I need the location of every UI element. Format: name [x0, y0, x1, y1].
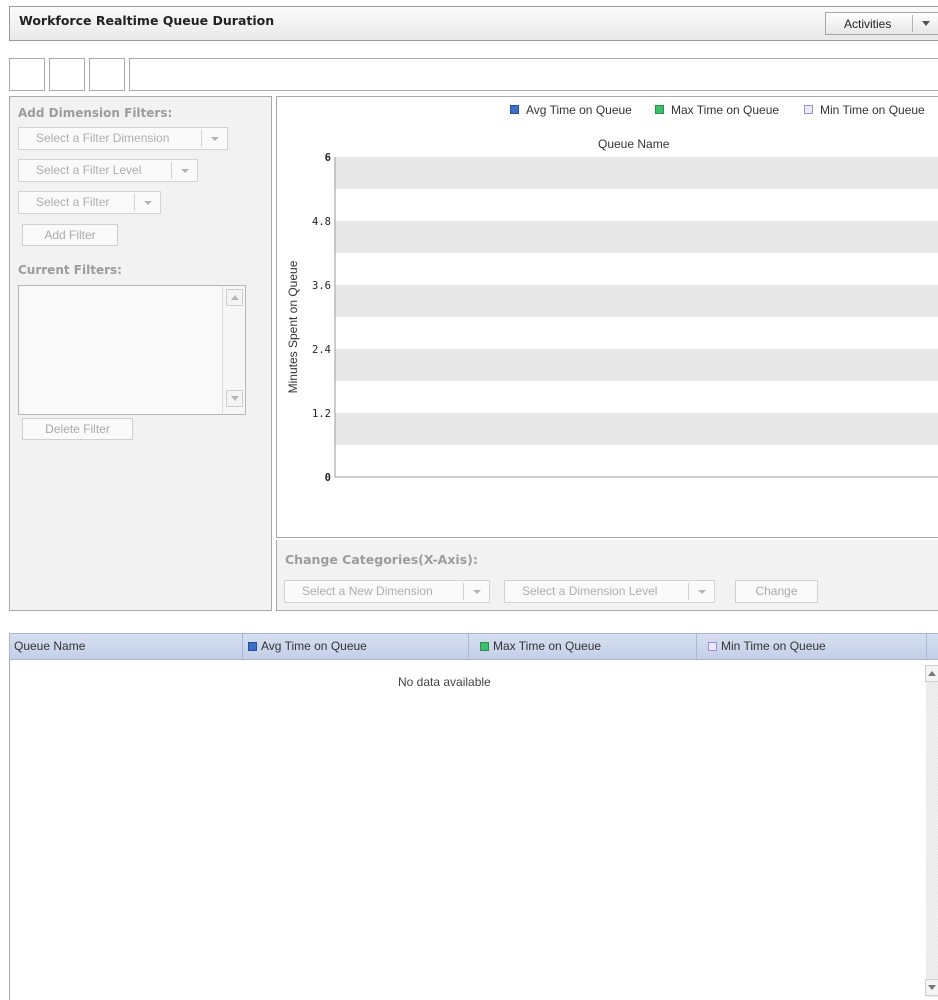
legend-max-swatch — [655, 105, 664, 114]
chevron-up-icon — [928, 671, 936, 676]
y-tick-label: 6 — [325, 152, 331, 164]
filter-value-dropdown[interactable]: Select a Filter — [18, 191, 161, 214]
toolbar-button-1[interactable] — [9, 58, 45, 91]
toolbar-button-2[interactable] — [49, 58, 85, 91]
dimension-level-dropdown[interactable]: Select a Dimension Level — [504, 580, 715, 603]
y-tick-label: 0 — [325, 472, 331, 484]
change-categories-heading: Change Categories(X-Axis): — [285, 552, 478, 567]
grid-scroll-up-button[interactable] — [925, 665, 938, 682]
column-header-avg-time[interactable]: Avg Time on Queue — [242, 634, 469, 659]
grid-header: Queue Name Avg Time on Queue Max Time on… — [9, 633, 938, 660]
chevron-down-icon — [231, 396, 239, 401]
add-filter-button[interactable]: Add Filter — [22, 224, 118, 246]
y-tick-label: 3.6 — [312, 280, 331, 292]
dropdown-label: Select a Filter Dimension — [36, 131, 170, 145]
dropdown-label: Select a Dimension Level — [522, 584, 658, 598]
current-filters-heading: Current Filters: — [18, 263, 122, 277]
list-area[interactable] — [20, 287, 223, 413]
filter-dimension-dropdown[interactable]: Select a Filter Dimension — [18, 127, 228, 150]
chevron-down-icon[interactable] — [922, 21, 930, 26]
chevron-down-icon — [211, 137, 219, 141]
column-label: Avg Time on Queue — [261, 639, 367, 653]
column-label: Min Time on Queue — [721, 639, 826, 653]
column-header-max-time[interactable]: Max Time on Queue — [468, 634, 697, 659]
grid-band — [335, 285, 938, 317]
change-button[interactable]: Change — [735, 580, 818, 603]
dropdown-label: Select a New Dimension — [302, 584, 433, 598]
dropdown-label: Select a Filter Level — [36, 163, 142, 177]
divider — [688, 583, 689, 600]
page-title: Workforce Realtime Queue Duration — [19, 13, 275, 28]
grid-scroll-down-button[interactable] — [925, 979, 938, 996]
scroll-up-button[interactable] — [226, 289, 243, 306]
add-filters-heading: Add Dimension Filters: — [18, 106, 173, 120]
legend-avg-swatch — [510, 105, 519, 114]
filter-level-dropdown[interactable]: Select a Filter Level — [18, 159, 198, 182]
column-header-queue-name[interactable]: Queue Name — [10, 634, 243, 659]
chevron-down-icon — [181, 169, 189, 173]
divider — [463, 583, 464, 600]
delete-filter-button[interactable]: Delete Filter — [22, 418, 133, 440]
divider — [912, 15, 913, 32]
chevron-up-icon — [231, 295, 239, 300]
grid-body — [9, 660, 938, 1000]
column-label: Queue Name — [14, 639, 86, 653]
grid-band — [335, 413, 938, 445]
legend-min-swatch — [804, 105, 813, 114]
divider — [171, 162, 172, 179]
y-tick-label: 4.8 — [312, 216, 331, 228]
chart-plot: 0 1.2 2.4 3.6 4.8 6 Minutes Spent on Queue — [286, 152, 938, 484]
current-filters-list[interactable] — [18, 285, 246, 415]
new-dimension-dropdown[interactable]: Select a New Dimension — [284, 580, 490, 603]
divider — [201, 130, 202, 147]
chevron-down-icon — [698, 590, 706, 594]
dropdown-label: Select a Filter — [36, 195, 110, 209]
grid-band — [335, 157, 938, 189]
grid-band — [335, 221, 938, 253]
chevron-down-icon — [144, 201, 152, 205]
y-tick-label: 2.4 — [312, 344, 331, 356]
column-label: Max Time on Queue — [493, 639, 602, 653]
min-swatch-icon — [708, 642, 717, 651]
toolbar-field[interactable] — [129, 58, 938, 91]
activities-menu-button[interactable]: Activities — [825, 12, 938, 35]
column-header-min-time[interactable]: Min Time on Queue — [696, 634, 927, 659]
toolbar-button-3[interactable] — [89, 58, 125, 91]
grid-scrollbar[interactable] — [926, 665, 938, 997]
chevron-down-icon — [473, 590, 481, 594]
legend-avg-label: Avg Time on Queue — [526, 103, 632, 117]
legend-min-label: Min Time on Queue — [820, 103, 925, 117]
y-tick-label: 1.2 — [312, 408, 331, 420]
legend-max-label: Max Time on Queue — [671, 103, 780, 117]
chevron-down-icon — [928, 985, 936, 990]
max-swatch-icon — [480, 642, 489, 651]
grid-band — [335, 349, 938, 381]
avg-swatch-icon — [248, 642, 257, 651]
activities-label: Activities — [844, 17, 892, 31]
y-axis-title: Minutes Spent on Queue — [286, 260, 300, 393]
empty-message: No data available — [398, 675, 491, 689]
divider — [134, 194, 135, 211]
scroll-down-button[interactable] — [226, 390, 243, 407]
